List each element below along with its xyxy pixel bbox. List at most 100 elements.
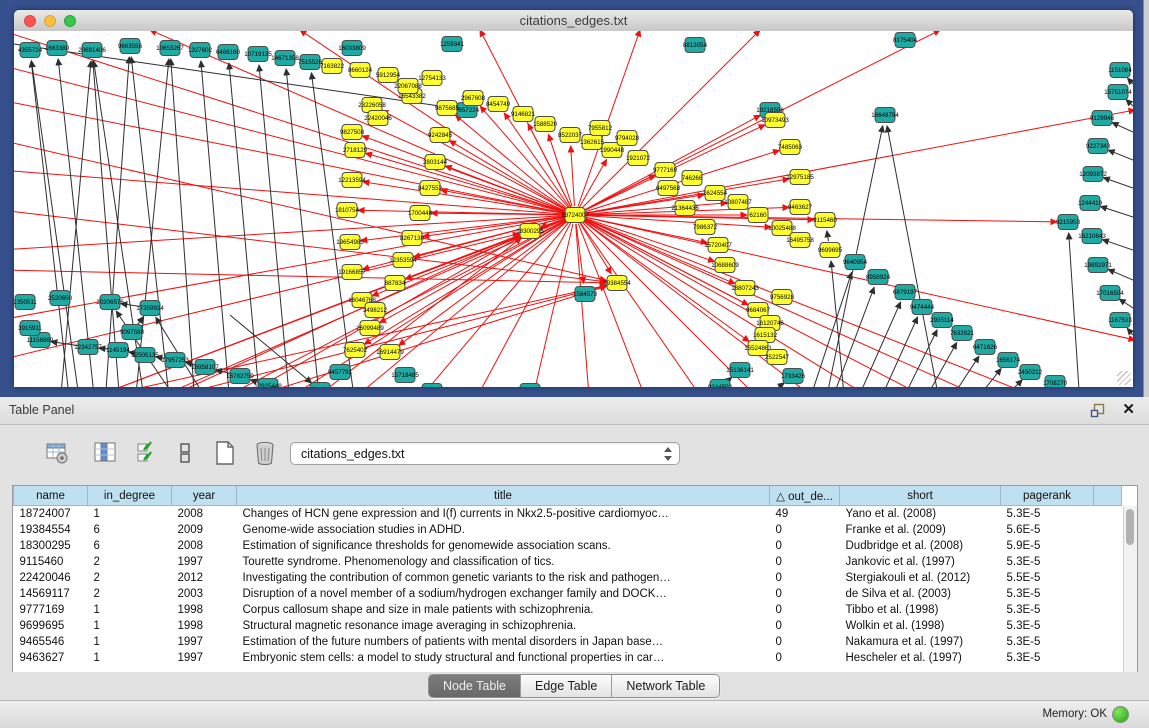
graph-node[interactable]: 4355724 [18,43,43,58]
show-columns-icon[interactable] [92,440,118,466]
graph-node[interactable]: 8958924 [866,270,891,285]
new-table-icon[interactable] [212,440,238,466]
graph-node[interactable]: 12505135 [131,348,159,363]
graph-edge[interactable] [755,383,784,387]
graph-node[interactable]: 9663556 [118,39,143,54]
graph-edge[interactable] [580,222,710,387]
graph-node[interactable]: 16210643 [1078,229,1106,244]
graph-node[interactable]: 16782759 [226,369,254,384]
graph-node[interactable]: 9875685 [435,101,460,116]
graph-node[interactable]: 9227343 [1086,139,1111,154]
graph-node[interactable]: 17016504 [1096,286,1124,301]
table-cell[interactable]: 2008 [172,506,237,523]
graph-edge[interactable] [972,369,1001,387]
table-cell[interactable]: 1 [88,650,172,666]
graph-node[interactable]: 8267130 [400,231,425,246]
graph-node[interactable]: 9827508 [340,125,365,140]
graph-edge[interactable] [1108,150,1133,160]
graph-edge[interactable] [855,302,901,387]
graph-edge[interactable] [229,63,260,387]
graph-node[interactable]: 22420046 [364,111,392,126]
table-cell[interactable]: de Silva et al. (2003) [840,586,1001,602]
graph-node[interactable]: 16495758 [786,233,814,248]
table-cell[interactable]: 0 [770,650,840,666]
graph-node[interactable]: 15751074 [1104,85,1132,100]
graph-edge[interactable] [14,216,566,250]
table-cell[interactable]: 1997 [172,554,237,570]
graph-node[interactable]: 21364436 [671,201,699,216]
graph-node[interactable]: 5912954 [376,68,401,83]
table-cell[interactable] [1094,506,1122,523]
graph-node[interactable]: 12754133 [418,71,446,86]
graph-node[interactable]: 7163822 [320,59,345,74]
graph-node[interactable]: 9055193 [420,384,445,388]
graph-node[interactable]: 7632621 [950,326,975,341]
graph-node[interactable]: 1350511 [14,295,37,310]
graph-node[interactable]: 2450212 [1018,365,1043,380]
table-cell[interactable]: 9465546 [14,634,88,650]
graph-node[interactable]: 6466160 [216,45,241,60]
table-cell[interactable]: Hescheler et al. (1997) [840,650,1001,666]
table-cell[interactable]: Dudbridge et al. (2008) [840,538,1001,554]
graph-edge[interactable] [1069,233,1080,387]
network-view-window[interactable]: citations_edges.txt 43557241663380206914… [14,10,1133,387]
graph-node[interactable]: 6471626 [973,340,998,355]
graph-node[interactable]: 9129946 [1090,111,1115,126]
graph-node[interactable]: 7515526 [298,55,323,70]
graph-node[interactable]: 9640954 [843,255,868,270]
graph-node[interactable]: 26099489 [356,321,384,336]
graph-edge[interactable] [830,287,874,387]
graph-node[interactable]: 17957253 [161,353,189,368]
graph-node[interactable]: 1145194 [106,343,130,358]
table-cell[interactable]: 9463627 [14,650,88,666]
graph-node[interactable]: 1810754 [335,203,360,218]
delete-table-icon[interactable] [252,440,278,466]
table-vertical-scrollbar[interactable] [1123,506,1137,673]
graph-node[interactable]: 2520650 [48,291,73,306]
column-header-pagerank[interactable]: pagerank [1001,486,1094,506]
table-cell[interactable] [1094,602,1122,618]
network-window-titlebar[interactable]: citations_edges.txt [14,10,1133,32]
graph-node[interactable]: 746266 [682,171,703,186]
graph-node[interactable]: 8839504 [308,383,333,388]
table-cell[interactable]: 2009 [172,522,237,538]
graph-node[interactable]: 9699695 [818,243,843,258]
graph-node[interactable]: 7955812 [588,121,613,136]
table-row[interactable]: 977716911998Corpus callosum shape and si… [14,602,1122,618]
graph-node[interactable]: 10807487 [724,195,752,210]
table-cell[interactable]: 2003 [172,586,237,602]
graph-node[interactable]: 12925448 [254,379,282,388]
graph-node[interactable]: 15136141 [726,363,754,378]
graph-node[interactable]: 15718485 [391,368,419,383]
graph-node[interactable]: 62160 [748,208,768,223]
graph-node[interactable]: 8175404 [893,33,918,48]
table-cell[interactable] [1094,522,1122,538]
graph-edge[interactable] [171,59,195,387]
close-panel-icon[interactable]: ✕ [1122,402,1135,417]
graph-edge[interactable] [1119,299,1133,308]
column-header-filler[interactable] [1094,486,1122,506]
graph-node[interactable]: 8813054 [683,38,708,53]
table-cell[interactable]: 2012 [172,570,237,586]
graph-edge[interactable] [1103,178,1133,188]
graph-node[interactable]: 1921072 [626,151,651,166]
table-row[interactable]: 2242004622012Investigating the contribut… [14,570,1122,586]
table-cell[interactable]: 0 [770,538,840,554]
graph-node[interactable]: 18300295 [516,224,544,239]
graph-node[interactable]: 1663380 [45,41,70,56]
table-cell[interactable]: 1 [88,618,172,634]
graph-node[interactable]: 2967608 [461,91,486,106]
graph-node[interactable]: 9463627 [788,200,813,215]
graph-node[interactable]: 9457791 [328,365,353,380]
table-cell[interactable]: 14569117 [14,586,88,602]
select-all-columns-icon[interactable] [134,440,160,466]
graph-edge[interactable] [201,61,230,387]
graph-node[interactable]: 1700446 [408,206,433,221]
table-cell[interactable]: 1998 [172,618,237,634]
graph-node[interactable]: 1830312 [518,384,543,388]
graph-node[interactable]: 6879197 [893,285,918,300]
table-cell[interactable]: 2008 [172,538,237,554]
window-resize-grip[interactable] [1117,371,1131,385]
graph-node[interactable]: 12342757 [74,340,102,355]
graph-edge[interactable] [584,217,1133,340]
